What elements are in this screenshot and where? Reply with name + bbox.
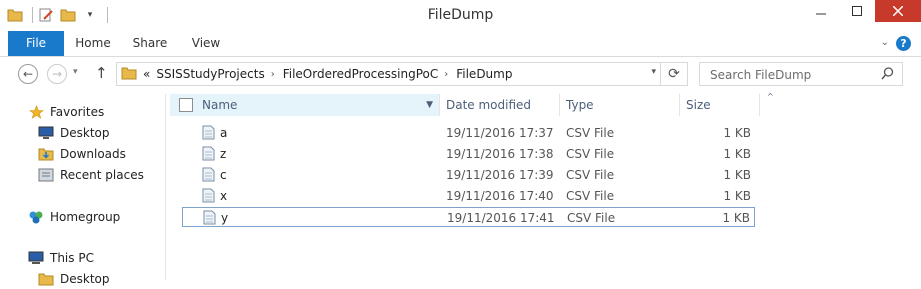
nav-label: Homegroup xyxy=(50,210,121,224)
csv-file-icon xyxy=(202,146,215,164)
nav-label: Downloads xyxy=(60,147,126,161)
file-name: a xyxy=(220,126,228,140)
column-headers: Name ▼ ^ Date modified Type Size xyxy=(170,92,774,116)
breadcrumb-fileorderedprocessingpoc[interactable]: FileOrderedProcessingPoC xyxy=(283,67,439,81)
file-size: 1 KB xyxy=(723,147,751,161)
nav-item-downloads[interactable]: Downloads xyxy=(38,144,126,164)
file-date: 19/11/2016 17:38 xyxy=(446,147,554,161)
window-controls xyxy=(803,0,921,22)
nav-label: Favorites xyxy=(50,105,105,119)
file-row[interactable]: x 19/11/2016 17:40 CSV File 1 KB xyxy=(182,186,755,206)
star-icon xyxy=(28,104,44,120)
column-header-size[interactable]: Size xyxy=(680,94,760,116)
maximize-button[interactable] xyxy=(839,0,875,22)
nav-item-desktop[interactable]: Desktop xyxy=(38,123,110,143)
navigation-pane: Favorites Desktop Downloads Recent place… xyxy=(0,94,166,286)
help-icon[interactable]: ? xyxy=(896,36,911,51)
file-date: 19/11/2016 17:39 xyxy=(446,168,554,182)
file-name: x xyxy=(220,189,228,203)
search-input[interactable] xyxy=(708,64,882,86)
minimize-button[interactable] xyxy=(803,0,839,22)
file-size: 1 KB xyxy=(723,126,751,140)
breadcrumb-ssisstudyprojects[interactable]: SSISStudyProjects xyxy=(156,67,264,81)
file-size: 1 KB xyxy=(722,211,750,225)
computer-icon xyxy=(28,250,44,266)
column-header-date[interactable]: ^ Date modified xyxy=(440,92,774,116)
folder-icon xyxy=(38,271,54,287)
nav-item-desktop-pc[interactable]: Desktop xyxy=(38,269,110,289)
column-header-name[interactable]: Name ▼ xyxy=(170,94,440,116)
nav-item-homegroup[interactable]: Homegroup xyxy=(28,207,120,227)
nav-item-recent-places[interactable]: Recent places xyxy=(38,165,144,185)
file-row[interactable]: z 19/11/2016 17:38 CSV File 1 KB xyxy=(182,144,755,164)
column-label: Name xyxy=(202,98,238,112)
chevron-right-icon[interactable]: › xyxy=(444,69,448,80)
folder-icon xyxy=(121,66,137,83)
nav-label: Recent places xyxy=(60,168,144,182)
column-header-type[interactable]: Type xyxy=(560,94,680,116)
select-all-checkbox[interactable] xyxy=(179,98,193,112)
ribbon-tabs: File Home Share View ⌄ ? xyxy=(0,31,921,57)
nav-label: This PC xyxy=(50,251,94,265)
address-row: ← → ▾ ↑ « SSISStudyProjects › FileOrdere… xyxy=(0,58,921,90)
file-row-selected[interactable]: y 19/11/2016 17:41 CSV File 1 KB xyxy=(182,207,755,227)
forward-button[interactable]: → xyxy=(47,64,67,84)
file-date: 19/11/2016 17:41 xyxy=(447,211,555,225)
address-bar[interactable]: « SSISStudyProjects › FileOrderedProcess… xyxy=(116,62,661,86)
up-arrow-icon[interactable]: ↑ xyxy=(95,64,108,82)
homegroup-icon xyxy=(28,209,44,225)
window-title: FileDump xyxy=(427,7,494,23)
breadcrumb-overflow[interactable]: « xyxy=(143,67,150,81)
search-icon[interactable] xyxy=(881,67,894,83)
csv-file-icon xyxy=(202,167,215,185)
file-date: 19/11/2016 17:40 xyxy=(446,189,554,203)
desktop-icon xyxy=(38,125,54,141)
csv-file-icon xyxy=(202,188,215,206)
title-bar: ▾ FileDump xyxy=(0,0,921,31)
tab-view[interactable]: View xyxy=(186,31,226,56)
file-row[interactable]: c 19/11/2016 17:39 CSV File 1 KB xyxy=(182,165,755,185)
tab-share[interactable]: Share xyxy=(128,31,172,56)
search-box[interactable] xyxy=(699,62,903,86)
nav-label: Desktop xyxy=(60,272,110,286)
downloads-icon xyxy=(38,146,54,162)
close-button[interactable] xyxy=(875,0,921,22)
file-type: CSV File xyxy=(566,126,615,140)
column-label: Size xyxy=(686,98,711,112)
recent-places-icon xyxy=(38,167,54,183)
file-size: 1 KB xyxy=(723,189,751,203)
file-row[interactable]: a 19/11/2016 17:37 CSV File 1 KB xyxy=(182,123,755,143)
file-name: y xyxy=(221,211,229,225)
breadcrumb-filedump[interactable]: FileDump xyxy=(456,67,512,81)
refresh-button[interactable]: ⟳ xyxy=(661,62,688,86)
sort-ascending-icon: ^ xyxy=(767,92,774,101)
csv-file-icon xyxy=(202,125,215,143)
nav-label: Desktop xyxy=(60,126,110,140)
tab-file[interactable]: File xyxy=(8,31,64,56)
column-label: Date modified xyxy=(446,98,532,112)
nav-item-favorites[interactable]: Favorites xyxy=(28,102,104,122)
column-label: Type xyxy=(566,98,594,112)
chevron-down-icon[interactable]: ▼ xyxy=(426,94,433,116)
chevron-right-icon[interactable]: › xyxy=(271,69,275,80)
csv-file-icon xyxy=(203,210,216,228)
chevron-down-icon[interactable]: ▾ xyxy=(651,67,656,77)
file-name: c xyxy=(220,168,227,182)
file-name: z xyxy=(220,147,227,161)
file-type: CSV File xyxy=(567,211,616,225)
tab-home[interactable]: Home xyxy=(72,31,114,56)
file-type: CSV File xyxy=(566,168,615,182)
recent-locations-icon[interactable]: ▾ xyxy=(73,67,78,77)
expand-ribbon-icon[interactable]: ⌄ xyxy=(881,37,889,48)
back-button[interactable]: ← xyxy=(18,64,38,84)
nav-item-this-pc[interactable]: This PC xyxy=(28,248,94,268)
file-size: 1 KB xyxy=(723,168,751,182)
file-type: CSV File xyxy=(566,147,615,161)
file-type: CSV File xyxy=(566,189,615,203)
file-date: 19/11/2016 17:37 xyxy=(446,126,554,140)
